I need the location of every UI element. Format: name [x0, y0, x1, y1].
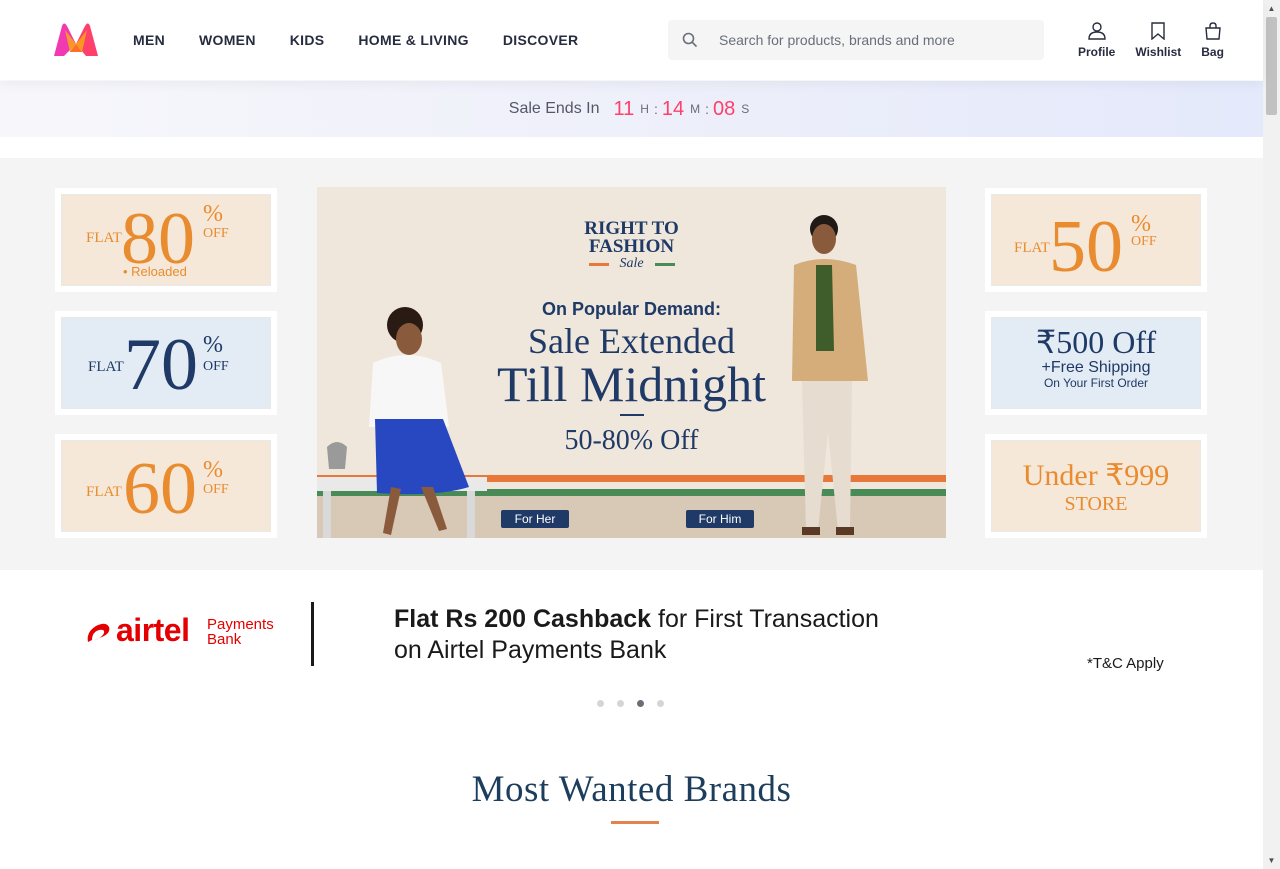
nav-women[interactable]: WOMEN	[199, 32, 256, 48]
airtel-swirl-icon	[87, 623, 110, 642]
tile-off: OFF	[203, 359, 229, 374]
scroll-up-icon[interactable]: ▲	[1263, 0, 1280, 17]
tile-under-999: Under ₹999	[1022, 459, 1170, 492]
nav-home-living[interactable]: HOME & LIVING	[358, 32, 468, 48]
search-bar	[668, 20, 1044, 60]
carousel-dots	[597, 700, 677, 707]
tile-flat-label: FLAT	[88, 359, 124, 375]
top-header: MEN WOMEN KIDS HOME & LIVING DISCOVER Pr…	[0, 0, 1263, 80]
tile-flat-80-off[interactable]: FLAT 80 % OFF • Reloaded	[55, 188, 277, 292]
timer-separator: :	[705, 101, 709, 117]
airtel-promo-banner[interactable]: airtel Payments Bank Flat Rs 200 Cashbac…	[0, 570, 1263, 700]
search-icon[interactable]	[668, 20, 712, 60]
timer-separator: :	[653, 101, 658, 117]
nav-men[interactable]: MEN	[133, 32, 165, 48]
for-him-button[interactable]: For Him	[686, 510, 754, 528]
timer-hours-unit: H	[640, 102, 650, 116]
profile-button[interactable]: Profile	[1078, 20, 1115, 59]
tile-percent: %	[1131, 211, 1151, 237]
tile-flat-label: FLAT	[86, 484, 122, 500]
wishlist-button[interactable]: Wishlist	[1135, 20, 1181, 59]
timer-minutes: 14	[661, 97, 685, 120]
tile-500-off: ₹500 Off	[1035, 324, 1157, 360]
hero-title-fashion: FASHION	[588, 236, 675, 257]
timer-seconds-unit: S	[741, 102, 751, 116]
tile-flat-60-off[interactable]: FLAT 60 % OFF	[55, 434, 277, 538]
profile-icon	[1087, 20, 1107, 42]
tile-flat-label: FLAT	[1014, 240, 1050, 256]
airtel-wordmark: airtel	[116, 612, 190, 648]
header-actions: Profile Wishlist Bag	[1078, 20, 1224, 59]
tile-value: 70	[124, 324, 198, 406]
airtel-offer-rest: for First Transaction	[651, 605, 879, 633]
vertical-scrollbar[interactable]: ▲ ▼	[1263, 0, 1280, 869]
airtel-payments-label: Payments	[207, 616, 274, 633]
bag-icon	[1204, 20, 1222, 42]
sale-label: Sale Ends In	[508, 100, 600, 117]
bag-button[interactable]: Bag	[1201, 20, 1224, 59]
timer-seconds: 08	[712, 97, 736, 120]
for-her-button[interactable]: For Her	[501, 510, 569, 528]
carousel-dot[interactable]	[597, 700, 604, 707]
airtel-divider	[311, 602, 314, 666]
hero-title-sale: Sale	[619, 256, 644, 271]
airtel-offer-line2: on Airtel Payments Bank	[394, 636, 667, 664]
scroll-down-icon[interactable]: ▼	[1263, 852, 1280, 869]
banner-area: FLAT 80 % OFF • Reloaded FLAT 70 % OFF F…	[0, 158, 1263, 570]
tile-percent: %	[203, 201, 223, 227]
tile-percent: %	[203, 332, 223, 358]
bookmark-icon	[1151, 20, 1165, 42]
carousel-dot[interactable]	[657, 700, 664, 707]
airtel-offer-text: Flat Rs 200 Cashback for First Transacti…	[394, 604, 879, 666]
airtel-offer-bold: Flat Rs 200 Cashback	[394, 605, 652, 633]
tile-off: OFF	[1131, 234, 1157, 249]
sale-countdown-bar: Sale Ends In 11 H : 14 M : 08 S	[0, 81, 1263, 137]
tile-500-off-free-shipping[interactable]: ₹500 Off +Free Shipping On Your First Or…	[985, 311, 1207, 415]
nav-discover[interactable]: DISCOVER	[503, 32, 579, 48]
timer-minutes-unit: M	[690, 102, 702, 116]
tile-free-shipping: +Free Shipping	[1041, 359, 1151, 376]
airtel-bank-label: Bank	[207, 631, 242, 648]
myntra-logo[interactable]	[52, 22, 100, 58]
carousel-dot[interactable]	[617, 700, 624, 707]
timer-hours: 11	[613, 97, 635, 120]
hero-heading-large: Till Midnight	[496, 356, 767, 412]
tile-flat-70-off[interactable]: FLAT 70 % OFF	[55, 311, 277, 415]
search-input[interactable]	[719, 32, 1029, 48]
scroll-thumb[interactable]	[1266, 17, 1277, 115]
tile-value: 60	[123, 448, 197, 530]
hero-banner[interactable]: RIGHT TO FASHION Sale On Popular Demand:…	[317, 187, 946, 538]
hero-discount: 50-80% Off	[564, 425, 699, 456]
tile-off: OFF	[203, 482, 229, 497]
main-nav: MEN WOMEN KIDS HOME & LIVING DISCOVER	[133, 0, 612, 80]
hero-subtitle: On Popular Demand:	[541, 299, 721, 319]
profile-label: Profile	[1078, 45, 1116, 59]
tile-store: STORE	[1064, 493, 1128, 515]
wishlist-label: Wishlist	[1135, 45, 1182, 59]
nav-kids[interactable]: KIDS	[290, 32, 325, 48]
bag-label: Bag	[1201, 45, 1224, 59]
section-title: Most Wanted Brands	[471, 769, 792, 810]
hero-divider	[620, 414, 644, 416]
hero-accent-green	[655, 263, 675, 266]
tile-flat-50-off[interactable]: FLAT 50 % OFF	[985, 188, 1207, 292]
tile-first-order: On Your First Order	[1043, 376, 1149, 390]
tile-under-999-store[interactable]: Under ₹999 STORE	[985, 434, 1207, 538]
terms-note: *T&C Apply	[1087, 655, 1164, 672]
tile-percent: %	[203, 457, 223, 483]
tile-note: • Reloaded	[123, 264, 187, 279]
tile-off: OFF	[203, 226, 229, 241]
tile-value: 50	[1049, 206, 1123, 288]
carousel-dot-active[interactable]	[637, 700, 644, 707]
hero-accent-orange	[589, 263, 609, 266]
tile-flat-label: FLAT	[86, 230, 122, 246]
section-title-underline	[611, 821, 659, 824]
